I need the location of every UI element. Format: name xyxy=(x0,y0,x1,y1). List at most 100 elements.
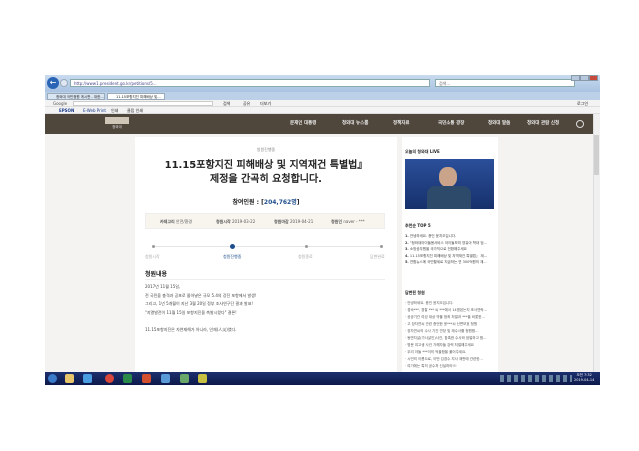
excel-icon[interactable] xyxy=(123,374,132,383)
answered-item[interactable]: · 고 장자연씨 관련 증언한 윤***씨 신변보호 청원 xyxy=(405,321,495,328)
chrome-icon[interactable] xyxy=(105,374,114,383)
answered-item[interactable]: · 동반자살(가사살인)사건, 참혹한 수사와 엄벌하고 합... xyxy=(405,335,495,342)
tab-bar: 청와대 국민청원 게시판 - 대한... 11.15포항지진 피해배상 및... xyxy=(45,92,600,100)
meta-category: 카테고리 안전/환경 xyxy=(160,219,193,224)
app-icon[interactable] xyxy=(180,374,189,383)
login-button[interactable]: 로그인 xyxy=(577,100,588,107)
answered-item[interactable]: · 여기에는 특히 공수처 신설하라!!! xyxy=(405,363,495,370)
system-tray-icons[interactable] xyxy=(500,375,572,382)
google-label: Google xyxy=(53,101,68,106)
content-line: 그리고, 1년 5개월이 지난 3월 20일 정부 조사연구단 결과 발표! xyxy=(145,301,254,306)
nav-communication[interactable]: 국민소통 광장 xyxy=(438,114,464,134)
answered-item[interactable]: · 명문 여고생 사건 가해자들 강력 처벌해주세요 xyxy=(405,342,495,349)
nav-remarks[interactable]: 청와대 말씀 xyxy=(488,114,510,134)
participants-close: ] xyxy=(296,199,300,206)
search-icon[interactable] xyxy=(576,120,584,128)
step-closed: 청원종료 xyxy=(298,254,313,259)
site-logo[interactable]: 청와대 xyxy=(105,117,129,131)
app-icon[interactable] xyxy=(161,374,170,383)
content-line: "지열발전이 11월 15일 포항지진을 촉발시켰다" 결론! xyxy=(145,309,237,315)
start-button[interactable] xyxy=(48,374,57,383)
meta-start: 청원시작 2019-03-22 xyxy=(216,219,256,224)
google-more-button[interactable]: 더보기 xyxy=(260,100,271,107)
taskbar: 오전 7:32 2019-04-14 xyxy=(45,372,600,385)
answered-title: 답변된 청원 xyxy=(405,290,425,295)
tab-petition-board[interactable]: 청와대 국민청원 게시판 - 대한... xyxy=(47,93,105,100)
top5-list: 1. 안녕하세요. 증인 윤지오입니다. 2. "청와대아이돌봄서비스 아이돌보… xyxy=(405,233,495,266)
answered-item[interactable]: · 장자연씨의 수사 기간 연장 및 재수사를 청원합... xyxy=(405,328,495,335)
nav-president[interactable]: 문재인 대통령 xyxy=(290,114,316,134)
answered-item[interactable]: · 안녕하세요. 증인 윤지오입니다. xyxy=(405,300,495,307)
nav-policy[interactable]: 정책자료 xyxy=(393,114,410,134)
google-search-button[interactable]: 검색 xyxy=(223,100,230,107)
close-button[interactable] xyxy=(589,75,598,81)
maximize-button[interactable] xyxy=(580,75,589,81)
epson-toolbar: EPSON E-Web Print 인쇄 클립 인쇄 xyxy=(45,107,600,114)
clock[interactable]: 오전 7:32 2019-04-14 xyxy=(574,373,594,383)
title-line-2: 제정을 간곡히 요청합니다. xyxy=(210,174,322,185)
title-bar: ← http://www1.president.go.kr/petitions/… xyxy=(45,75,600,92)
back-button[interactable]: ← xyxy=(47,77,59,89)
petition-card: 청원진행중 11.15포항지진 피해배상 및 지역재건 특별법』 제정을 간곡히 … xyxy=(135,137,397,377)
answered-item[interactable]: · 경숙***, 경찰 *** 씨 ***에서 14명된는지 조사연락... xyxy=(405,307,495,314)
speaker-face xyxy=(439,167,457,187)
site-nav: 청와대 문재인 대통령 청와대 뉴스룸 정책자료 국민소통 광장 청와대 말씀 … xyxy=(45,114,595,134)
answered-item[interactable]: · 우리 아들 ***이의 억울함을 풀어주세요. xyxy=(405,349,495,356)
answered-list: · 안녕하세요. 증인 윤지오입니다. · 경숙***, 경찰 *** 씨 **… xyxy=(405,300,495,370)
answered-item[interactable]: · 시민의 이름으로, 이번 김경수 지사 재판에 관련한... xyxy=(405,356,495,363)
step-dot xyxy=(305,245,308,248)
app-icon[interactable] xyxy=(198,374,207,383)
scrollbar-thumb[interactable] xyxy=(594,135,599,175)
powerpoint-icon[interactable] xyxy=(142,374,151,383)
minimize-button[interactable] xyxy=(571,75,580,81)
step-answered: 답변완료 xyxy=(370,254,385,259)
nav-tour[interactable]: 청와대 관람 신청 xyxy=(527,114,559,134)
forward-button[interactable] xyxy=(60,79,68,87)
answered-item[interactable]: · 공공기관 여성 대상 약물 범죄 처벌과 ***을 비롯한... xyxy=(405,314,495,321)
progress-line xyxy=(153,246,381,247)
logo-text: 청와대 xyxy=(112,125,122,129)
print-button[interactable]: 인쇄 xyxy=(111,107,118,114)
explorer-icon[interactable] xyxy=(65,374,74,383)
petition-status: 청원진행중 xyxy=(256,147,276,152)
step-dot xyxy=(380,245,383,248)
clock-date: 2019-04-14 xyxy=(574,378,595,382)
meta-end: 청원마감 2019-04-21 xyxy=(274,219,314,224)
petition-content: 2017년 11월 15일, 전 국민을 충격과 공포로 몰아넣은 규모 5.4… xyxy=(145,283,256,334)
content-line: 전 국민을 충격과 공포로 몰아넣은 규모 5.4의 강진 포항에서 발생! xyxy=(145,292,257,298)
petition-meta: 카테고리 안전/환경 청원시작 2019-03-22 청원마감 2019-04-… xyxy=(145,213,385,229)
step-in-progress: 청원진행중 xyxy=(223,254,242,259)
live-video[interactable] xyxy=(405,159,494,209)
nav-newsroom[interactable]: 청와대 뉴스룸 xyxy=(342,114,368,134)
participants-label: 참여인원 : [ xyxy=(232,199,264,206)
content-line: 11.15포항지진은 자연재해가 아니라, 인재(人災)였다. xyxy=(145,326,237,332)
live-title: 오늘의 청와대 LIVE xyxy=(405,149,440,154)
tab-current-petition[interactable]: 11.15포항지진 피해배상 및... xyxy=(107,93,165,100)
title-line-1: 11.15포항지진 피해배상 및 지역재건 특별법』 xyxy=(164,160,368,171)
content-blank xyxy=(145,317,256,326)
top5-item[interactable]: 5. 연합뉴스에 국민혈세로 지급하는 연 300억원의 재... xyxy=(405,259,495,266)
address-bar[interactable]: http://www1.president.go.kr/petitions/5.… xyxy=(70,79,430,87)
browser-window: ← http://www1.president.go.kr/petitions/… xyxy=(45,75,600,385)
speaker-uniform xyxy=(427,186,471,209)
blue-house-emblem xyxy=(105,117,129,124)
google-toolbar: Google 검색 공유 더보기 로그인 xyxy=(45,100,600,107)
epson-logo: EPSON xyxy=(59,108,75,113)
participants-count: 204,762명 xyxy=(263,199,297,206)
content-heading: 청원내용 xyxy=(145,271,168,278)
google-share-button[interactable]: 공유 xyxy=(243,100,250,107)
google-search-input[interactable] xyxy=(73,101,213,106)
ie-icon[interactable] xyxy=(83,374,92,383)
sidebar: 오늘의 청와대 LIVE 추천순 TOP 5 1. 안녕하세요. 증인 윤지오입… xyxy=(402,137,498,377)
top5-title: 추천순 TOP 5 xyxy=(405,223,431,228)
content-line: 2017년 11월 15일, xyxy=(145,284,181,289)
step-dot-active xyxy=(230,244,235,249)
divider xyxy=(145,279,385,280)
search-input[interactable]: 검색... xyxy=(435,79,575,87)
eweb-print-button[interactable]: E-Web Print xyxy=(83,107,106,114)
clip-print-button[interactable]: 클립 인쇄 xyxy=(127,107,143,114)
petition-title: 11.15포항지진 피해배상 및 지역재건 특별법』 제정을 간곡히 요청합니다. xyxy=(135,159,397,187)
step-start: 청원시작 xyxy=(145,254,160,259)
meta-author: 청원인 naver - *** xyxy=(331,219,365,224)
participants: 참여인원 : [204,762명] xyxy=(135,197,397,206)
